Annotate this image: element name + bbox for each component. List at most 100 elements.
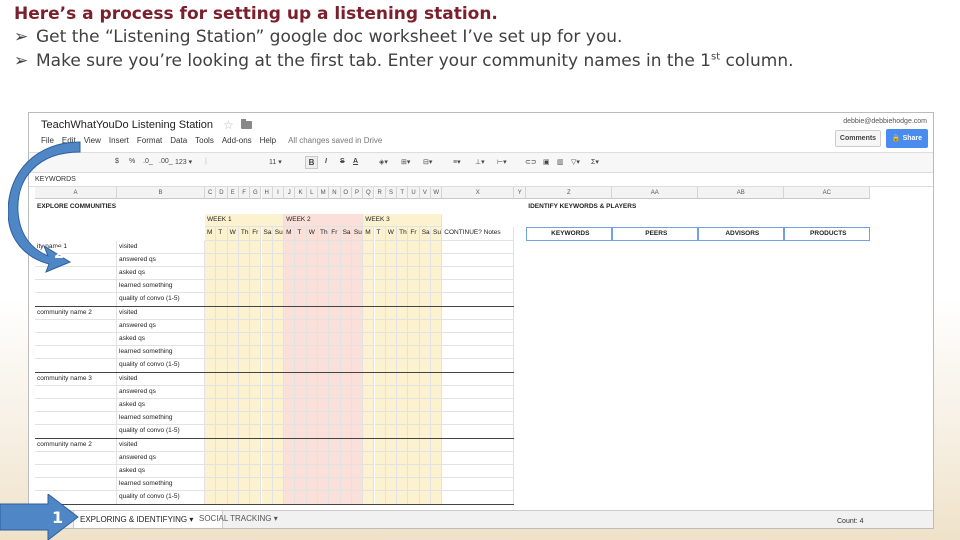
tracking-cell[interactable] [284,385,296,399]
tracking-cell[interactable] [397,346,409,360]
tracking-cell[interactable] [351,293,364,307]
tracking-cell[interactable] [363,425,375,439]
tracking-cell[interactable] [216,280,228,294]
tracking-cell[interactable] [205,346,217,360]
merge-cells-icon[interactable]: ⊟▾ [423,158,432,166]
more-formats-button[interactable]: 123 ▾ [175,158,192,166]
tracking-cell[interactable] [419,359,431,373]
tracking-cell[interactable] [238,253,251,267]
tracking-cell[interactable] [419,372,431,386]
tracking-cell[interactable] [238,333,251,347]
tracking-cell[interactable] [261,412,273,426]
tracking-cell[interactable] [408,293,420,307]
tracking-cell[interactable] [261,319,273,333]
tracking-cell[interactable] [284,372,296,386]
menu-item-insert[interactable]: Insert [109,136,129,145]
tracking-cell[interactable] [284,412,296,426]
tracking-cell[interactable] [295,306,307,320]
column-header[interactable]: E [227,187,239,199]
community-name-empty[interactable] [35,280,117,294]
tracking-cell[interactable] [431,465,443,479]
community-name[interactable]: community name 2 [35,438,117,452]
tracking-cell[interactable] [238,478,251,492]
currency-button[interactable]: $ [115,158,119,165]
menu-item-tools[interactable]: Tools [195,136,214,145]
tracking-cell[interactable] [329,319,341,333]
tracking-cell[interactable] [397,253,409,267]
tracking-cell[interactable] [284,240,296,254]
tracking-cell[interactable] [431,399,443,413]
tracking-cell[interactable] [216,478,228,492]
column-header[interactable]: G [250,187,262,199]
tracking-cell[interactable] [385,478,398,492]
tracking-cell[interactable] [272,293,285,307]
tab-social-tracking[interactable]: SOCIAL TRACKING ▾ [199,514,278,523]
tracking-cell[interactable] [250,240,262,254]
tracking-cell[interactable] [329,412,341,426]
tracking-cell[interactable] [272,333,285,347]
tracking-cell[interactable] [284,267,296,281]
tracking-cell[interactable] [250,425,262,439]
notes-cell[interactable] [442,399,515,413]
tracking-cell[interactable] [431,491,443,505]
tracking-cell[interactable] [238,385,251,399]
tracking-cell[interactable] [431,385,443,399]
increase-decimal-button[interactable]: .00_ [159,158,173,165]
metric-label[interactable]: visited [117,240,205,254]
tracking-cell[interactable] [227,399,239,413]
tracking-cell[interactable] [250,319,262,333]
tracking-cell[interactable] [374,267,386,281]
tracking-cell[interactable] [351,333,364,347]
tracking-cell[interactable] [419,399,431,413]
percent-button[interactable]: % [129,158,135,165]
tracking-cell[interactable] [318,306,330,320]
tracking-cell[interactable] [431,412,443,426]
tracking-cell[interactable] [419,412,431,426]
tracking-cell[interactable] [250,399,262,413]
tracking-cell[interactable] [261,293,273,307]
tracking-cell[interactable] [431,240,443,254]
tracking-cell[interactable] [385,385,398,399]
tracking-cell[interactable] [385,465,398,479]
community-name-empty[interactable] [35,425,117,439]
identify-column-header[interactable]: PRODUCTS [784,227,871,241]
tracking-cell[interactable] [250,359,262,373]
tracking-cell[interactable] [363,319,375,333]
identify-column-header[interactable]: PEERS [612,227,699,241]
tracking-cell[interactable] [408,451,420,465]
tracking-cell[interactable] [374,293,386,307]
tracking-cell[interactable] [227,465,239,479]
column-header[interactable]: S [385,187,398,199]
community-name-empty[interactable] [35,359,117,373]
tracking-cell[interactable] [227,451,239,465]
tracking-cell[interactable] [363,412,375,426]
tracking-cell[interactable] [431,319,443,333]
tracking-cell[interactable] [329,385,341,399]
tracking-cell[interactable] [272,491,285,505]
tracking-cell[interactable] [385,267,398,281]
notes-cell[interactable] [442,293,515,307]
tracking-cell[interactable] [295,451,307,465]
tracking-cell[interactable] [272,253,285,267]
tracking-cell[interactable] [340,319,352,333]
tracking-cell[interactable] [295,346,307,360]
tracking-cell[interactable] [216,346,228,360]
tracking-cell[interactable] [238,451,251,465]
tracking-cell[interactable] [340,412,352,426]
tracking-cell[interactable] [351,280,364,294]
tracking-cell[interactable] [374,491,386,505]
tracking-cell[interactable] [318,253,330,267]
metric-label[interactable]: quality of convo (1-5) [117,293,205,307]
tracking-cell[interactable] [419,465,431,479]
tracking-cell[interactable] [397,359,409,373]
tracking-cell[interactable] [306,451,318,465]
tracking-cell[interactable] [397,438,409,452]
community-name-empty[interactable] [35,346,117,360]
notes-cell[interactable] [442,491,515,505]
tracking-cell[interactable] [227,438,239,452]
tracking-cell[interactable] [250,372,262,386]
tracking-cell[interactable] [329,333,341,347]
tracking-cell[interactable] [397,478,409,492]
tracking-cell[interactable] [318,372,330,386]
tracking-cell[interactable] [363,267,375,281]
